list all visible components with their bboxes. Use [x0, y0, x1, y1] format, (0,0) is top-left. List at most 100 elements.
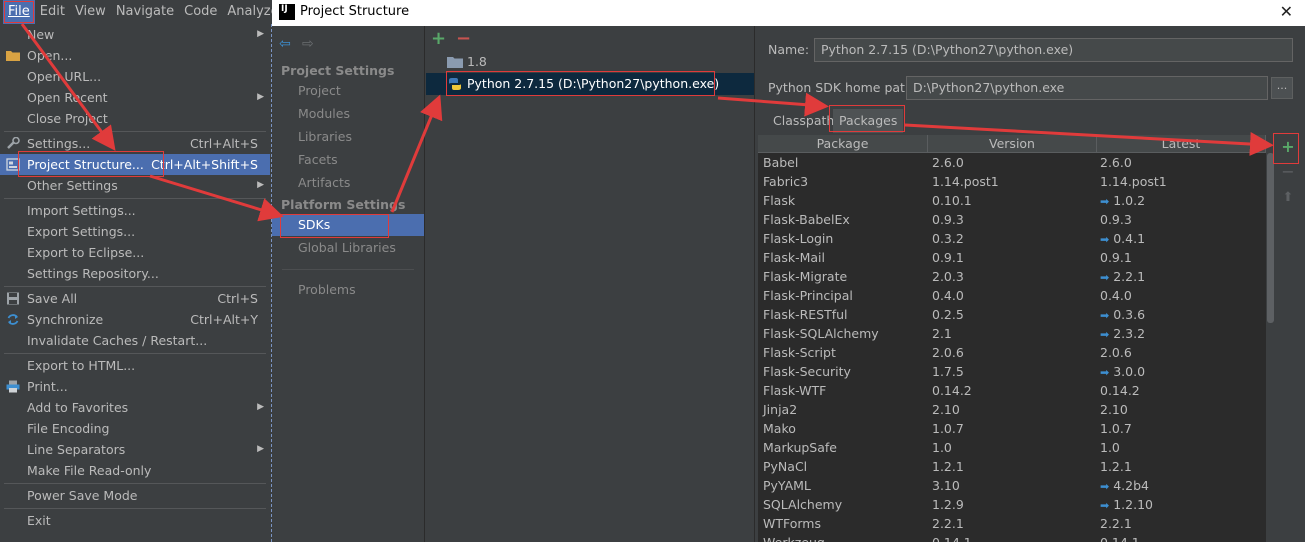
menu-item-import-settings[interactable]: Import Settings... — [0, 200, 270, 221]
remove-sdk-button[interactable]: − — [456, 28, 471, 49]
menu-code[interactable]: Code — [179, 0, 222, 24]
save-icon — [7, 292, 19, 305]
table-row[interactable]: Flask 0.10.1 ➡ 1.0.2 — [758, 191, 1266, 210]
tab-classpath[interactable]: Classpath — [767, 109, 840, 133]
table-row[interactable]: Flask-Security 1.7.5 ➡ 3.0.0 — [758, 362, 1266, 381]
package-latest: 1.0.2 — [1113, 193, 1146, 208]
menu-item-open-recent[interactable]: Open Recent ▶ — [0, 87, 270, 108]
menu-item-synchronize[interactable]: Synchronize Ctrl+Alt+Y — [0, 309, 270, 330]
menu-item-open-url[interactable]: Open URL... — [0, 66, 270, 87]
nav-item-problems[interactable]: Problems — [272, 279, 424, 301]
nav-item-modules[interactable]: Modules — [272, 103, 424, 125]
table-row[interactable]: Flask-Mail 0.9.1 0.9.1 — [758, 248, 1266, 267]
package-name: WTForms — [763, 516, 821, 531]
table-row[interactable]: Jinja2 2.10 2.10 — [758, 400, 1266, 419]
menu-separator — [4, 508, 266, 509]
sdk-home-path-field[interactable]: D:\Python27\python.exe — [906, 76, 1268, 100]
menu-item-settings[interactable]: Settings... Ctrl+Alt+S — [0, 133, 270, 154]
package-latest-cell: 1.0.7 — [1100, 419, 1132, 438]
table-row[interactable]: Flask-WTF 0.14.2 0.14.2 — [758, 381, 1266, 400]
install-package-button[interactable]: + — [1278, 137, 1298, 157]
uninstall-package-button[interactable]: − — [1278, 162, 1298, 182]
nav-header-platform-settings: Platform Settings — [281, 197, 406, 212]
file-menu: New ▶ Open... Open URL... Open Recent ▶ Cl… — [0, 24, 272, 542]
menu-item-save-all[interactable]: Save All Ctrl+S — [0, 288, 270, 309]
package-version: 0.9.3 — [932, 212, 964, 227]
menu-item-settings-repository[interactable]: Settings Repository... — [0, 263, 270, 284]
table-row[interactable]: WTForms 2.2.1 2.2.1 — [758, 514, 1266, 533]
upgrade-available-icon: ➡ — [1100, 309, 1110, 322]
column-header-package[interactable]: Package — [758, 135, 928, 153]
menu-view[interactable]: View — [70, 0, 111, 24]
menu-navigate[interactable]: Navigate — [111, 0, 179, 24]
menu-item-new[interactable]: New ▶ — [0, 24, 270, 45]
column-header-latest[interactable]: Latest — [1097, 135, 1266, 153]
menu-item-export-settings[interactable]: Export Settings... — [0, 221, 270, 242]
column-header-version[interactable]: Version — [928, 135, 1097, 153]
menu-item-make-read-only[interactable]: Make File Read-only — [0, 460, 270, 481]
table-row[interactable]: Flask-Login 0.3.2 ➡ 0.4.1 — [758, 229, 1266, 248]
package-name: Flask-Script — [763, 345, 836, 360]
table-row[interactable]: Flask-Principal 0.4.0 0.4.0 — [758, 286, 1266, 305]
table-row[interactable]: Flask-RESTful 0.2.5 ➡ 0.3.6 — [758, 305, 1266, 324]
nav-item-global-libraries[interactable]: Global Libraries — [272, 237, 424, 259]
menu-item-exit[interactable]: Exit — [0, 510, 270, 531]
menu-separator — [4, 286, 266, 287]
menu-item-export-html[interactable]: Export to HTML... — [0, 355, 270, 376]
sdk-item-python[interactable]: Python 2.7.15 (D:\Python27\python.exe) — [426, 73, 754, 95]
menu-item-add-favorites[interactable]: Add to Favorites ▶ — [0, 397, 270, 418]
upgrade-available-icon: ➡ — [1100, 195, 1110, 208]
package-version: 1.0.7 — [932, 421, 964, 436]
table-row[interactable]: SQLAlchemy 1.2.9 ➡ 1.2.10 — [758, 495, 1266, 514]
table-scrollbar[interactable] — [1266, 135, 1274, 542]
upgrade-package-button[interactable]: ⬆ — [1278, 188, 1298, 208]
menu-item-line-separators[interactable]: Line Separators ▶ — [0, 439, 270, 460]
menu-item-other-settings[interactable]: Other Settings ▶ — [0, 175, 270, 196]
menu-item-power-save[interactable]: Power Save Mode — [0, 485, 270, 506]
submenu-arrow-icon: ▶ — [257, 92, 264, 102]
add-sdk-button[interactable]: + — [431, 28, 446, 49]
table-row[interactable]: PyNaCl 1.2.1 1.2.1 — [758, 457, 1266, 476]
menu-item-close-project[interactable]: Close Project — [0, 108, 270, 129]
table-row[interactable]: PyYAML 3.10 ➡ 4.2b4 — [758, 476, 1266, 495]
menu-item-print[interactable]: Print... — [0, 376, 270, 397]
table-row[interactable]: Flask-Migrate 2.0.3 ➡ 2.2.1 — [758, 267, 1266, 286]
table-row[interactable]: Flask-SQLAlchemy 2.1 ➡ 2.3.2 — [758, 324, 1266, 343]
close-button[interactable]: ✕ — [1280, 2, 1293, 21]
back-arrow-icon[interactable]: ⇦ — [279, 36, 291, 52]
menu-item-invalidate-caches[interactable]: Invalidate Caches / Restart... — [0, 330, 270, 351]
package-name: Flask-WTF — [763, 383, 827, 398]
table-row[interactable]: MarkupSafe 1.0 1.0 — [758, 438, 1266, 457]
table-row[interactable]: Werkzeug 0.14.1 0.14.1 — [758, 533, 1266, 542]
scrollbar-thumb[interactable] — [1267, 153, 1274, 323]
table-row[interactable]: Mako 1.0.7 1.0.7 — [758, 419, 1266, 438]
table-row[interactable]: Flask-Script 2.0.6 2.0.6 — [758, 343, 1266, 362]
forward-arrow-icon[interactable]: ⇨ — [302, 36, 314, 52]
package-name: PyNaCl — [763, 459, 808, 474]
package-latest-cell: ➡ 1.0.2 — [1100, 191, 1145, 211]
nav-item-facets[interactable]: Facets — [272, 149, 424, 171]
package-version: 2.0.6 — [932, 345, 964, 360]
sdk-item-java[interactable]: 1.8 — [426, 51, 754, 73]
nav-item-project[interactable]: Project — [272, 80, 424, 102]
tab-packages[interactable]: Packages — [833, 109, 904, 133]
package-latest-cell: 2.6.0 — [1100, 153, 1132, 172]
nav-item-sdks[interactable]: SDKs — [272, 214, 424, 236]
menu-item-project-structure[interactable]: Project Structure... Ctrl+Alt+Shift+S — [0, 154, 270, 175]
nav-item-artifacts[interactable]: Artifacts — [272, 172, 424, 194]
package-latest-cell: 0.14.2 — [1100, 381, 1140, 400]
sdk-name-field[interactable]: Python 2.7.15 (D:\Python27\python.exe) — [814, 38, 1293, 62]
table-row[interactable]: Fabric3 1.14.post1 1.14.post1 — [758, 172, 1266, 191]
menu-item-export-eclipse[interactable]: Export to Eclipse... — [0, 242, 270, 263]
menu-separator — [4, 198, 266, 199]
package-version: 0.4.0 — [932, 288, 964, 303]
package-latest-cell: ➡ 1.2.10 — [1100, 495, 1153, 515]
menu-edit[interactable]: Edit — [35, 0, 70, 24]
browse-button[interactable]: ... — [1271, 77, 1293, 99]
nav-item-libraries[interactable]: Libraries — [272, 126, 424, 148]
menu-item-file-encoding[interactable]: File Encoding — [0, 418, 270, 439]
menu-item-open[interactable]: Open... — [0, 45, 270, 66]
menu-file[interactable]: File — [3, 0, 35, 24]
table-row[interactable]: Babel 2.6.0 2.6.0 — [758, 153, 1266, 172]
table-row[interactable]: Flask-BabelEx 0.9.3 0.9.3 — [758, 210, 1266, 229]
